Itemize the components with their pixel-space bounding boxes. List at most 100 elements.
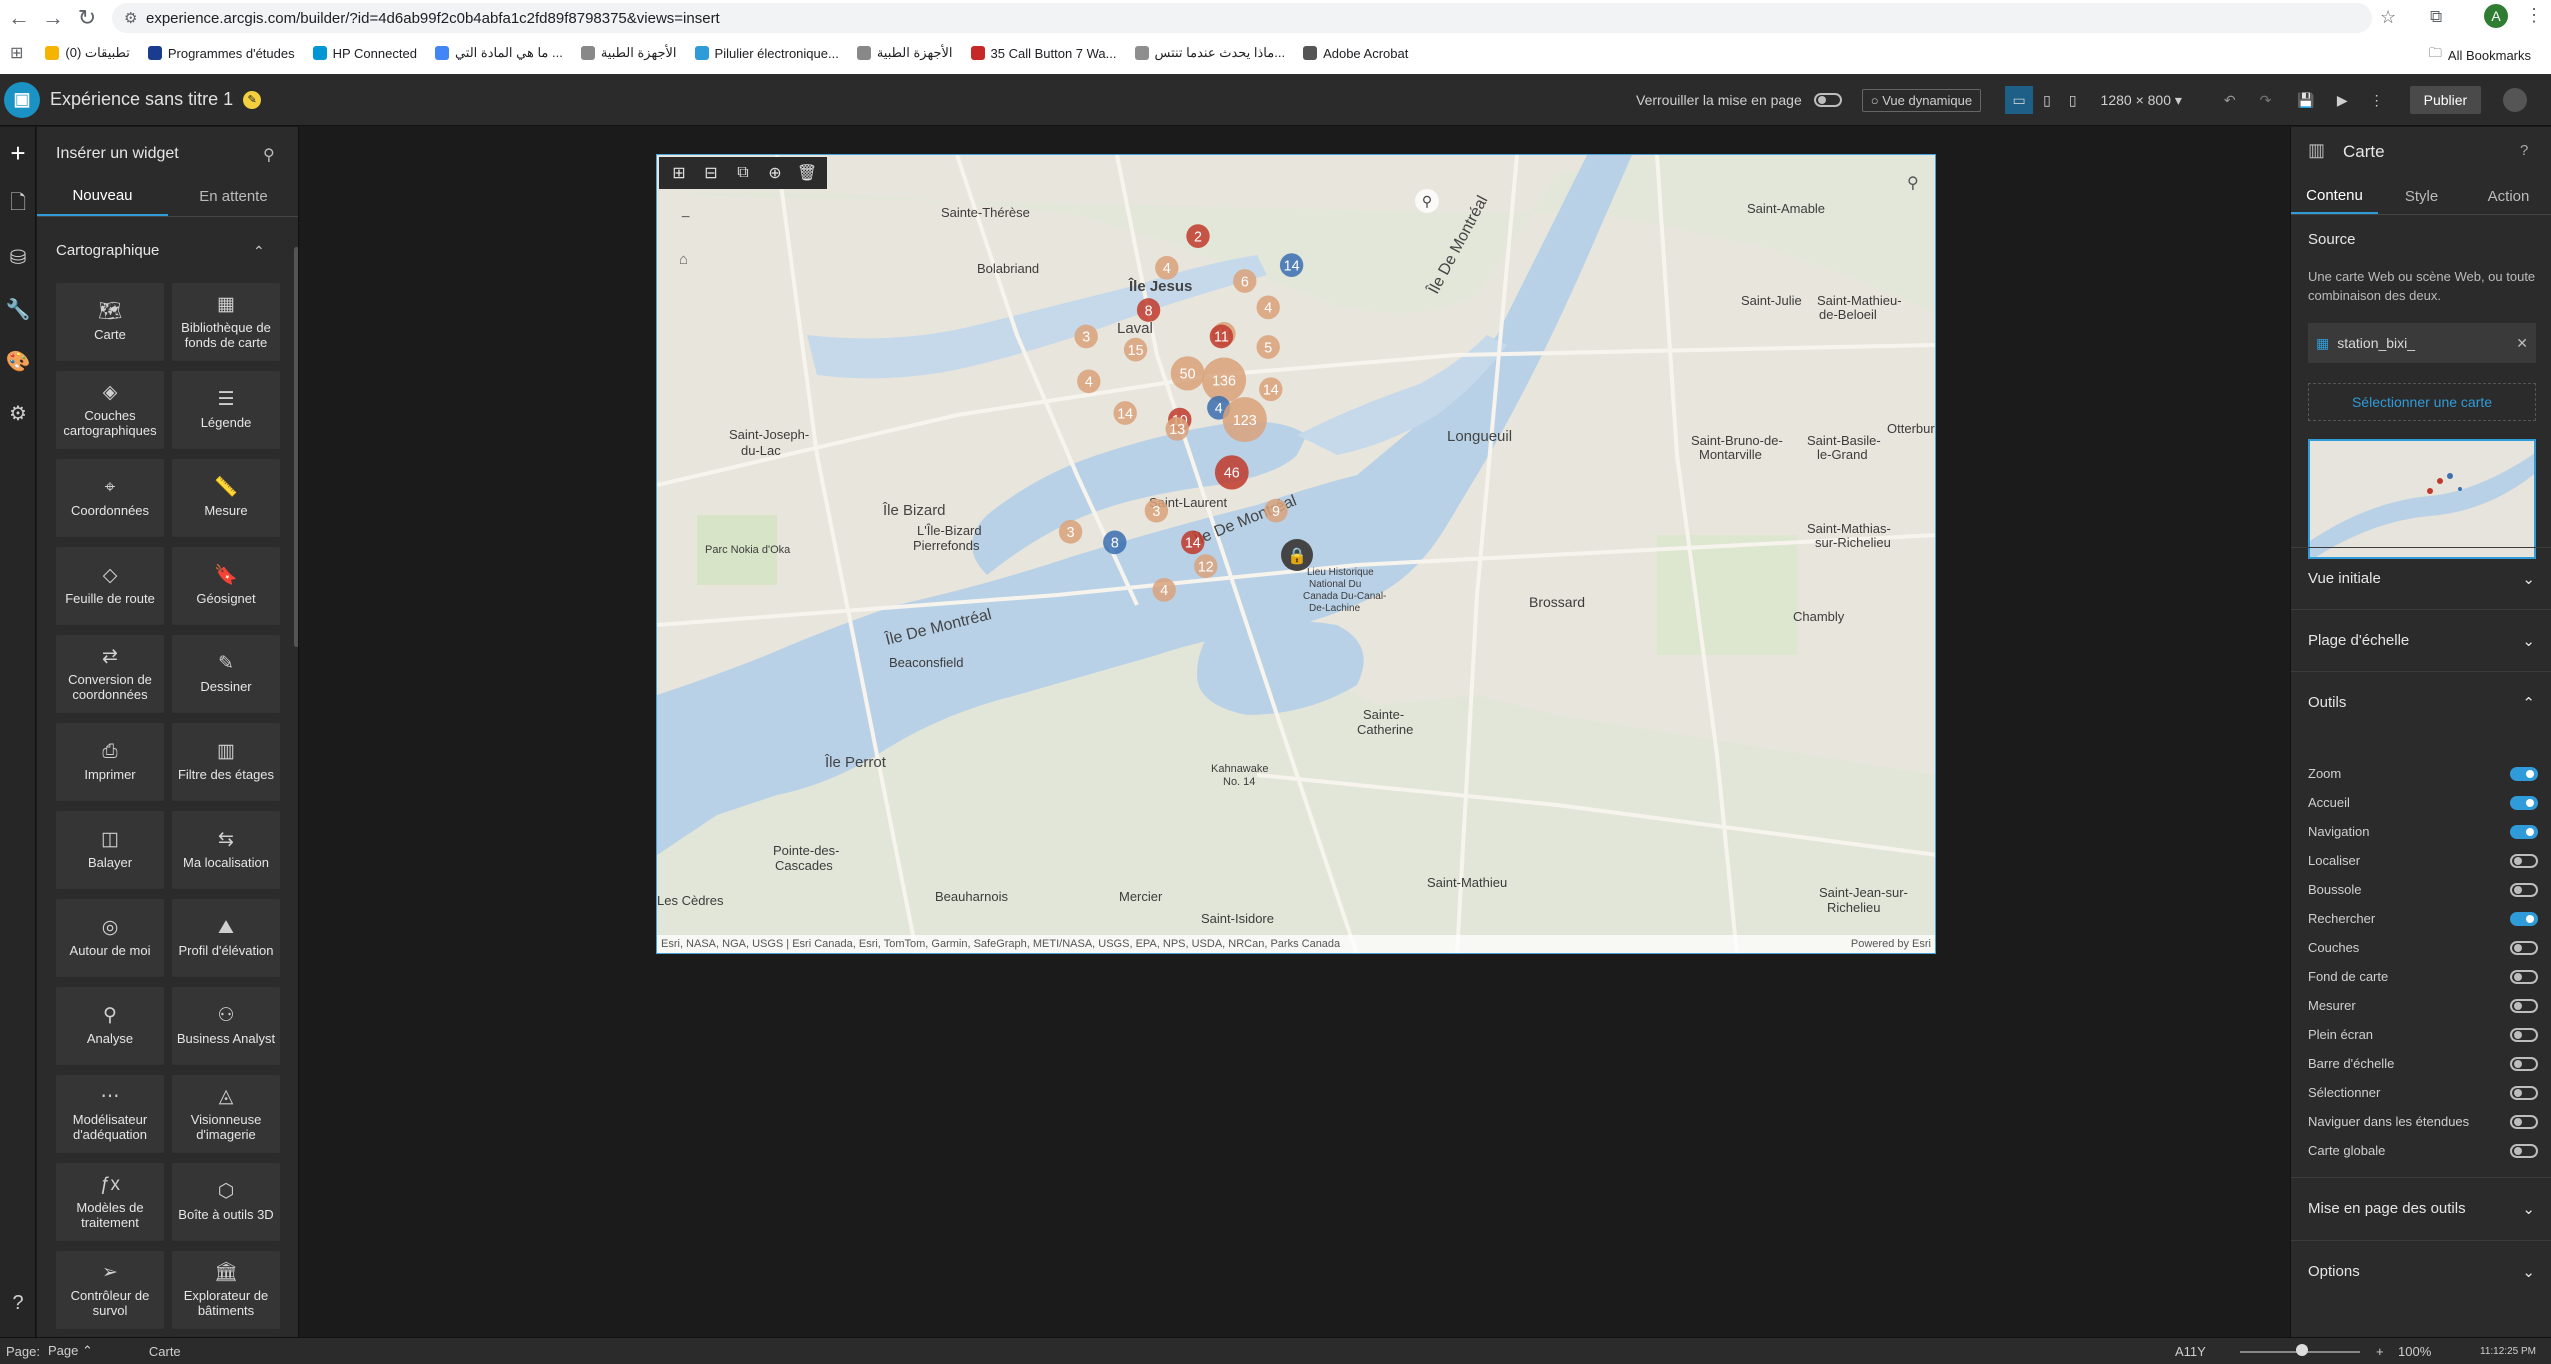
redo-icon[interactable]: ↷ <box>2260 92 2272 109</box>
all-bookmarks[interactable]: 🗀 All Bookmarks <box>2429 44 2531 66</box>
preview-icon[interactable]: ▶ <box>2337 92 2348 109</box>
widget-card[interactable]: ◬ Visionneuse d'imagerie <box>172 1075 280 1153</box>
lock-layout-toggle[interactable] <box>1813 93 1842 107</box>
save-icon[interactable]: 💾 <box>2297 92 2314 109</box>
bookmark-item[interactable]: Pilulier électronique... <box>694 45 839 61</box>
tab-pending[interactable]: En attente <box>168 177 298 216</box>
section-header[interactable]: Outils ⌃ <box>2291 671 2551 733</box>
tool-toggle[interactable] <box>2510 1114 2538 1129</box>
zoom-in-icon[interactable]: + <box>2376 1344 2384 1359</box>
grid-icon[interactable]: ⊟ <box>695 163 727 183</box>
save-template-icon[interactable]: ⊕ <box>759 163 791 183</box>
undo-icon[interactable]: ↶ <box>2224 92 2236 109</box>
section-header[interactable]: Vue initiale ⌄ <box>2291 547 2551 609</box>
user-avatar[interactable] <box>2503 88 2528 112</box>
widget-card[interactable]: 🗺 Carte <box>56 283 164 361</box>
more-icon[interactable]: ⋮ <box>2370 92 2384 109</box>
browser-menu-icon[interactable]: ⋮ <box>2525 5 2543 26</box>
bookmark-item[interactable]: تطبيقات (0) <box>45 45 130 61</box>
settings-icon[interactable]: ⚙ <box>0 387 36 439</box>
widget-card[interactable]: ⚲ Analyse <box>56 987 164 1065</box>
address-bar[interactable]: ⚙ experience.arcgis.com/builder/?id=4d6a… <box>112 3 2372 33</box>
map-thumbnail[interactable] <box>2308 439 2536 559</box>
help-icon[interactable]: ? <box>0 1277 36 1329</box>
tool-toggle[interactable] <box>2510 824 2538 839</box>
tool-toggle[interactable] <box>2510 911 2538 926</box>
section-header[interactable]: Plage d'échelle ⌄ <box>2291 609 2551 671</box>
tool-toggle[interactable] <box>2510 1085 2538 1100</box>
pages-icon[interactable]: 🗋 <box>0 179 36 231</box>
zoom-level[interactable]: 100% <box>2398 1344 2431 1359</box>
forward-icon[interactable]: → <box>38 3 68 33</box>
publish-button[interactable]: Publier <box>2409 86 2482 114</box>
bookmark-item[interactable]: Programmes d'études <box>147 45 295 61</box>
widget-card[interactable]: ⌖ Coordonnées <box>56 459 164 537</box>
tool-toggle[interactable] <box>2510 1143 2538 1158</box>
insert-widget-icon[interactable]: + <box>0 127 36 179</box>
section-header[interactable]: Mise en page des outils ⌄ <box>2291 1177 2551 1239</box>
map-widget[interactable]: Sainte-Thérèse Bolabriand Île Jesus Lava… <box>656 154 1936 954</box>
back-icon[interactable]: ← <box>4 3 34 33</box>
tool-toggle[interactable] <box>2510 1027 2538 1042</box>
widget-card[interactable]: ⎙ Imprimer <box>56 723 164 801</box>
star-icon[interactable]: ☆ <box>2380 7 2396 28</box>
widget-card[interactable]: ⚇ Business Analyst <box>172 987 280 1065</box>
search-map-icon[interactable]: ⚲ <box>1907 173 1919 193</box>
resolution-select[interactable]: 1280 × 800 ▾ <box>2101 92 2182 109</box>
widget-card[interactable]: ƒx Modèles de traitement <box>56 1163 164 1241</box>
tab-style[interactable]: Style <box>2378 179 2465 214</box>
site-info-icon[interactable]: ⚙ <box>124 9 137 27</box>
tab-action[interactable]: Action <box>2465 179 2551 214</box>
apps-grid-icon[interactable]: ⊞ <box>10 43 23 63</box>
tools-icon[interactable]: 🔧 <box>0 283 36 335</box>
tab-new[interactable]: Nouveau <box>37 177 168 216</box>
theme-icon[interactable]: 🎨 <box>0 335 36 387</box>
help-icon[interactable]: ? <box>2520 142 2528 159</box>
experience-title[interactable]: Expérience sans titre 1 <box>50 89 233 110</box>
bookmark-item[interactable]: 35 Call Button 7 Wa... <box>970 45 1117 61</box>
bookmark-item[interactable]: ما هي المادة التي ... <box>434 45 563 61</box>
bookmark-item[interactable]: الأجهزة الطبية <box>580 45 677 61</box>
a11y-button[interactable]: A11Y <box>2175 1344 2206 1359</box>
tool-toggle[interactable] <box>2510 853 2538 868</box>
tool-toggle[interactable] <box>2510 795 2538 810</box>
bookmark-item[interactable]: HP Connected <box>312 45 417 61</box>
zoom-out-icon[interactable]: − <box>681 209 690 227</box>
experience-builder-logo-icon[interactable]: ▣ <box>4 81 40 118</box>
tool-toggle[interactable] <box>2510 1056 2538 1071</box>
tool-toggle[interactable] <box>2510 766 2538 781</box>
tablet-view-icon[interactable]: ▯ <box>2043 92 2051 109</box>
extensions-icon[interactable]: ⧉ <box>2430 7 2442 27</box>
widget-card[interactable]: ◎ Autour de moi <box>56 899 164 977</box>
layout-icon[interactable]: ⊞ <box>663 163 695 183</box>
scrollbar[interactable] <box>294 247 298 647</box>
widget-card[interactable]: ◫ Balayer <box>56 811 164 889</box>
zoom-slider-handle[interactable] <box>2296 1344 2308 1356</box>
remove-icon[interactable]: ✕ <box>2516 335 2528 352</box>
tab-content[interactable]: Contenu <box>2291 179 2378 214</box>
tool-toggle[interactable] <box>2510 969 2538 984</box>
widget-card[interactable]: ☰ Légende <box>172 371 280 449</box>
search-icon[interactable]: ⚲ <box>263 145 275 165</box>
widget-card[interactable]: ⇄ Conversion de coordonnées <box>56 635 164 713</box>
bookmark-item[interactable]: ماذا يحدث عندما تنتس... <box>1134 45 1285 61</box>
select-map-button[interactable]: Sélectionner une carte <box>2308 383 2536 421</box>
widget-card[interactable]: ⋯ Modélisateur d'adéquation <box>56 1075 164 1153</box>
tool-toggle[interactable] <box>2510 882 2538 897</box>
bookmark-item[interactable]: الأجهزة الطبية <box>856 45 953 61</box>
tool-toggle[interactable] <box>2510 998 2538 1013</box>
phone-view-icon[interactable]: ▯ <box>2069 92 2077 109</box>
edit-title-icon[interactable]: ✎ <box>243 90 262 109</box>
desktop-view-icon[interactable]: ▭ <box>2005 86 2034 114</box>
home-icon[interactable]: ⌂ <box>679 251 688 268</box>
widget-card[interactable]: ▥ Filtre des étages <box>172 723 280 801</box>
widget-card[interactable]: ⬡ Boîte à outils 3D <box>172 1163 280 1241</box>
page-select[interactable]: Page ⌃ <box>48 1343 93 1359</box>
widget-card[interactable]: ➢ Contrôleur de survol <box>56 1251 164 1329</box>
widget-card[interactable]: ⇆ Ma localisation <box>172 811 280 889</box>
source-item[interactable]: ▦ station_bixi_ ✕ <box>2308 323 2536 363</box>
widget-card[interactable]: 📏 Mesure <box>172 459 280 537</box>
widget-card[interactable]: 🏛 Explorateur de bâtiments <box>172 1251 280 1329</box>
map-search-icon[interactable]: ⚲ <box>1422 194 1432 210</box>
reload-icon[interactable]: ↻ <box>72 3 102 33</box>
